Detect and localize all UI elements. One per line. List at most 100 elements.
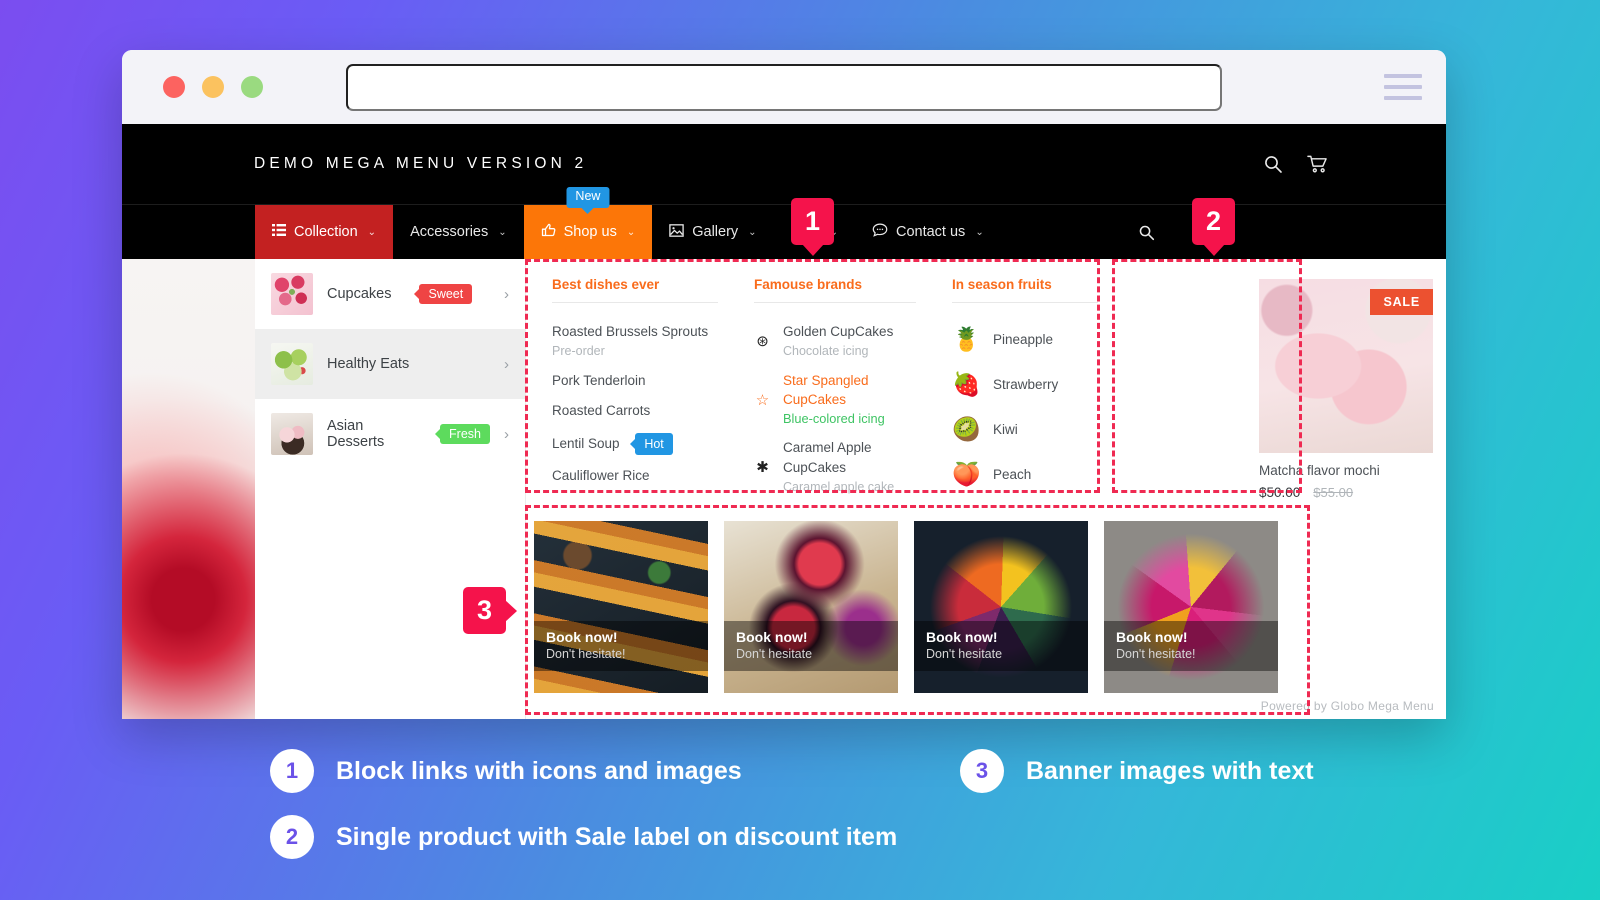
list-item[interactable]: Roasted Carrots	[552, 396, 718, 426]
banner-title: Book now!	[546, 629, 618, 646]
banner-subtitle: Don't hesitate!	[546, 647, 626, 662]
marker-1: 1	[791, 198, 834, 245]
banner-card[interactable]: Book now! Don't hesitate!	[534, 521, 708, 694]
chevron-down-icon: ⌄	[626, 226, 636, 238]
banner-caption: Book now! Don't hesitate!	[1104, 621, 1278, 672]
legend-label: Block links with icons and images	[336, 756, 742, 785]
link-label: Roasted Brussels Sprouts	[552, 324, 709, 339]
marker-2: 2	[1192, 198, 1235, 245]
cart-icon[interactable]	[1307, 154, 1328, 174]
nav-search-icon[interactable]	[1121, 205, 1172, 259]
link-label: Star Spangled CupCakes	[783, 372, 869, 408]
link-sublabel: Blue-colored icing	[783, 411, 885, 427]
banner-subtitle: Don't hesitate	[926, 647, 1003, 662]
sidebar-item-cupcakes[interactable]: Cupcakes Sweet ›	[255, 259, 525, 329]
list-item[interactable]: 🍍 Pineapple	[952, 317, 1098, 362]
nav-item-collection[interactable]: Collection ⌄	[255, 205, 394, 259]
link-label: Strawberry	[993, 377, 1059, 392]
site-brand-title: DEMO MEGA MENU VERSION 2	[254, 155, 588, 172]
product-price-group: $50.00 $55.00	[1259, 485, 1446, 500]
link-label: Roasted Carrots	[552, 403, 651, 419]
link-label: Kiwi	[993, 422, 1018, 437]
asian-desserts-thumb	[271, 413, 313, 455]
address-bar[interactable]	[346, 64, 1222, 111]
banner-card[interactable]: Book now! Don't hesitate	[724, 521, 898, 694]
peach-icon: 🍑	[952, 461, 981, 487]
list-item[interactable]: Pork Tenderloin	[552, 366, 718, 396]
sidebar-item-healthy-eats[interactable]: Healthy Eats ›	[255, 329, 525, 399]
asterisk-circle-icon: ⊛	[756, 333, 769, 351]
chevron-right-icon: ›	[504, 425, 509, 443]
link-label: Cauliflower Rice	[552, 468, 650, 484]
nav-item-contact-us[interactable]: Contact us ⌄	[855, 205, 1001, 259]
minimize-window-button[interactable]	[202, 76, 224, 98]
divider	[952, 302, 1098, 303]
legend-item-1: 1 Block links with icons and images	[270, 749, 742, 793]
banner-caption: Book now! Don't hesitate	[914, 621, 1088, 672]
nav-item-shop-us[interactable]: New Shop us ⌄	[523, 187, 653, 259]
product-image: SALE	[1259, 279, 1433, 453]
legend-number: 3	[960, 749, 1004, 793]
list-item[interactable]: ⊛ Golden CupCakes Chocolate icing	[754, 317, 916, 366]
product-price: $50.00	[1259, 485, 1301, 500]
main-navigation: Collection ⌄ Accessories ⌄ New Shop us ⌄	[122, 187, 1446, 259]
nav-item-label: Contact us	[895, 224, 966, 240]
list-item[interactable]: 🍑 Peach	[952, 452, 1098, 497]
nav-item-gallery[interactable]: Gallery ⌄	[652, 205, 773, 259]
list-item[interactable]: Lentil Soup Hot	[552, 427, 718, 462]
banner-title: Book now!	[1116, 629, 1188, 646]
list-item[interactable]: Roasted Brussels Sprouts Pre-order	[552, 317, 718, 366]
legend-item-3: 3 Banner images with text	[960, 749, 1314, 793]
status-badge-fresh: Fresh	[440, 424, 490, 444]
status-badge-sale: SALE	[1370, 289, 1433, 315]
banner-card[interactable]: Book now! Don't hesitate	[914, 521, 1088, 694]
list-item[interactable]: ☆ Star Spangled CupCakes Blue-colored ic…	[754, 366, 916, 433]
product-title: Matcha flavor mochi	[1259, 463, 1380, 478]
product-card[interactable]: SALE Matcha flavor mochi $50.00 $55.00	[1259, 277, 1446, 501]
list-item[interactable]: Cauliflower Rice	[552, 461, 718, 491]
banner-card[interactable]: Book now! Don't hesitate!	[1104, 521, 1278, 694]
chevron-down-icon: ⌄	[367, 226, 377, 238]
link-label: Peach	[993, 467, 1032, 482]
column-famouse-brands: Famouse brands ⊛ Golden CupCakes Chocola…	[736, 277, 934, 501]
nav-item-label: Accessories	[410, 224, 489, 240]
pineapple-icon: 🍍	[952, 326, 981, 352]
nav-item-label: Shop us	[563, 224, 617, 240]
mega-menu-sidebar: Cupcakes Sweet › Healthy Eats › Asian De…	[255, 259, 526, 719]
list-item[interactable]: ✱ Caramel Apple CupCakes Caramel apple c…	[754, 433, 916, 501]
site-header: DEMO MEGA MENU VERSION 2	[122, 124, 1446, 204]
asterisk-icon: ✱	[756, 459, 769, 477]
chat-icon	[872, 223, 888, 241]
sidebar-item-label: Healthy Eats	[327, 356, 410, 372]
link-label: Lentil Soup	[552, 435, 620, 451]
nav-item-label: Gallery	[692, 224, 739, 240]
chevron-down-icon: ⌄	[975, 226, 984, 238]
legend-label: Single product with Sale label on discou…	[336, 822, 898, 851]
divider	[552, 302, 718, 303]
banner-caption: Book now! Don't hesitate	[724, 621, 898, 672]
list-item[interactable]: 🥝 Kiwi	[952, 407, 1098, 452]
cupcakes-thumb	[271, 273, 313, 315]
sidebar-item-label: Asian Desserts	[327, 418, 385, 450]
chevron-right-icon: ›	[504, 355, 509, 373]
banner-caption: Book now! Don't hesitate!	[534, 621, 708, 672]
divider	[754, 302, 916, 303]
chevron-down-icon: ⌄	[748, 226, 757, 238]
legend-number: 2	[270, 815, 314, 859]
link-sublabel: Pre-order	[552, 344, 605, 359]
hamburger-icon[interactable]	[1384, 74, 1422, 100]
powered-by-label: Powered by Globo Mega Menu	[1260, 699, 1434, 713]
close-window-button[interactable]	[163, 76, 185, 98]
link-label: Caramel Apple CupCakes	[783, 440, 872, 475]
sidebar-item-asian-desserts[interactable]: Asian Desserts Fresh ›	[255, 399, 525, 469]
nav-new-badge: New	[566, 187, 610, 208]
nav-item-accessories[interactable]: Accessories ⌄	[393, 205, 524, 259]
list-item[interactable]: 🍓 Strawberry	[952, 362, 1098, 407]
product-compare-price: $55.00	[1313, 485, 1354, 500]
list-icon	[272, 224, 286, 240]
maximize-window-button[interactable]	[241, 76, 263, 98]
link-label: Pork Tenderloin	[552, 373, 646, 389]
banner-title: Book now!	[736, 629, 808, 646]
banner-subtitle: Don't hesitate	[736, 647, 813, 662]
search-icon[interactable]	[1263, 154, 1283, 174]
